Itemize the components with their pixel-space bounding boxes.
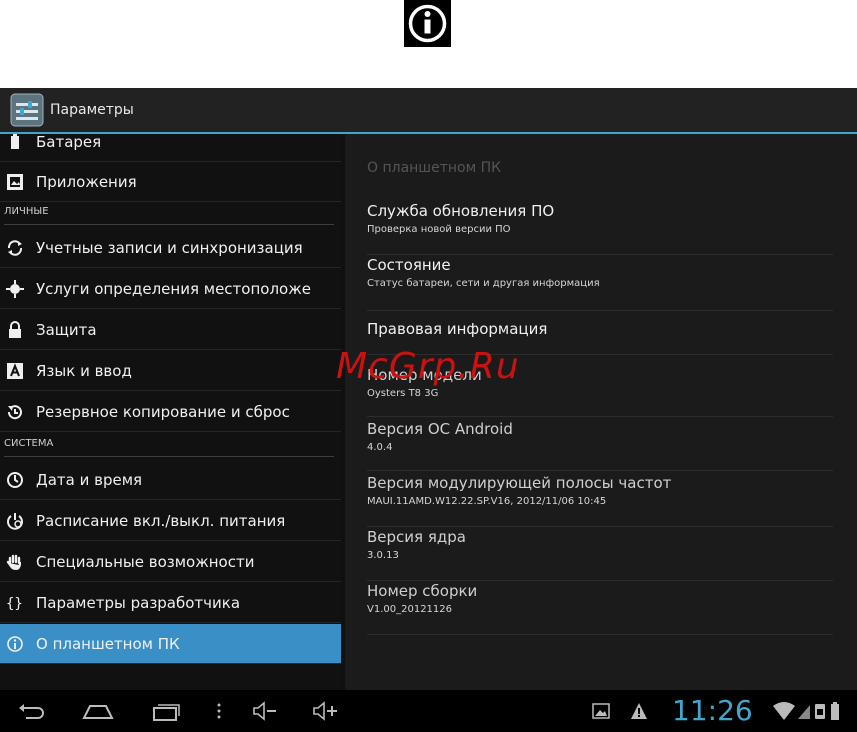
build-number-item[interactable]: Номер сборки V1.00_20121126	[367, 582, 833, 635]
back-icon[interactable]	[18, 700, 46, 722]
info-icon	[404, 0, 451, 47]
lock-icon	[9, 320, 21, 338]
sidebar-item-label: Услуги определения местоположе	[36, 279, 311, 298]
sidebar-item-date-time[interactable]: Дата и время	[0, 460, 341, 500]
screenshot-notification-icon[interactable]	[592, 700, 610, 722]
item-title: Состояние	[367, 256, 451, 274]
apps-icon	[7, 173, 23, 190]
sidebar-item-accounts-sync[interactable]: Учетные записи и синхронизация	[0, 228, 341, 268]
sidebar-item-backup-reset[interactable]: Резервное копирование и сброс	[0, 392, 341, 432]
item-subtitle: V1.00_20121126	[367, 604, 453, 615]
item-subtitle: Проверка новой версии ПО	[367, 224, 511, 235]
keyboard-letter-icon	[7, 362, 23, 379]
clock-icon	[7, 471, 23, 488]
about-tablet-panel: О планшетном ПК Служба обновления ПО Про…	[345, 134, 857, 690]
sidebar-item-security[interactable]: Защита	[0, 310, 341, 350]
tablet-screen: Параметры Батарея Приложения ЛИЧНЫЕ Учет…	[0, 88, 857, 732]
sidebar-item-label: Параметры разработчика	[36, 593, 241, 612]
sidebar-item-label: Расписание вкл./выкл. питания	[36, 511, 286, 530]
warning-icon[interactable]	[630, 700, 648, 722]
sim-icon	[815, 704, 825, 719]
volume-up-icon[interactable]	[312, 700, 340, 722]
backup-restore-icon	[7, 404, 22, 419]
sidebar-item-accessibility[interactable]: Специальные возможности	[0, 542, 341, 582]
sidebar-item-location[interactable]: Услуги определения местоположе	[0, 269, 341, 309]
item-subtitle: 3.0.13	[367, 550, 399, 561]
item-title: Версия модулирующей полосы частот	[367, 474, 672, 492]
watermark: McGrp.Ru	[336, 346, 520, 387]
sidebar-item-label: Резервное копирование и сброс	[36, 402, 290, 421]
sidebar-item-label: Учетные записи и синхронизация	[36, 238, 303, 257]
section-header-personal: ЛИЧНЫЕ	[4, 206, 334, 225]
braces-icon: {}	[6, 596, 23, 612]
sidebar-item-language-input[interactable]: Язык и ввод	[0, 351, 341, 391]
hand-icon	[6, 554, 21, 570]
sidebar-item-developer-options[interactable]: {} Параметры разработчика	[0, 583, 341, 623]
android-version-item[interactable]: Версия ОС Android 4.0.4	[367, 420, 833, 471]
status-item[interactable]: Состояние Статус батареи, сети и другая …	[367, 256, 833, 311]
info-icon	[7, 635, 23, 652]
sidebar-item-about-tablet[interactable]: О планшетном ПК	[0, 624, 341, 664]
sync-icon	[7, 239, 23, 256]
sidebar-item-apps[interactable]: Приложения	[0, 162, 341, 202]
sidebar-item-label: Батарея	[36, 134, 102, 151]
recent-apps-icon[interactable]	[151, 700, 181, 722]
home-icon[interactable]	[82, 700, 114, 722]
sidebar-item-label: Язык и ввод	[36, 361, 132, 380]
sidebar-item-battery[interactable]: Батарея	[0, 134, 341, 162]
item-title: Служба обновления ПО	[367, 202, 555, 220]
kernel-version-item: Версия ядра 3.0.13	[367, 528, 833, 581]
battery-icon	[11, 134, 19, 149]
item-title: Номер сборки	[367, 582, 478, 600]
status-clock[interactable]: 11:26	[672, 694, 753, 727]
sidebar-item-label: О планшетном ПК	[36, 634, 180, 653]
power-schedule-icon	[7, 512, 23, 530]
item-subtitle: MAUI.11AMD.W12.22.SP.V16, 2012/11/06 10:…	[367, 496, 607, 507]
volume-down-icon[interactable]	[252, 700, 278, 722]
item-subtitle: 4.0.4	[367, 442, 393, 453]
svg-text:{}: {}	[6, 596, 23, 612]
item-subtitle: Статус батареи, сети и другая информация	[367, 278, 600, 289]
settings-app-icon[interactable]	[10, 93, 44, 127]
item-title: Правовая информация	[367, 320, 548, 338]
signal-icon	[798, 705, 810, 719]
action-bar: Параметры	[0, 88, 857, 134]
item-title: Версия ОС Android	[367, 420, 513, 438]
software-update-item[interactable]: Служба обновления ПО Проверка новой верс…	[367, 202, 833, 255]
sidebar-item-label: Приложения	[36, 172, 137, 191]
window-title: Параметры	[50, 102, 134, 118]
panel-header: О планшетном ПК	[367, 160, 502, 176]
battery-status-icon	[831, 702, 839, 720]
wifi-icon	[773, 702, 795, 720]
section-header-system: СИСТЕМА	[4, 438, 334, 457]
sidebar-item-label: Специальные возможности	[36, 552, 255, 571]
baseband-version-item: Версия модулирующей полосы частот MAUI.1…	[367, 474, 833, 527]
menu-icon[interactable]	[214, 700, 224, 722]
sidebar-item-power-schedule[interactable]: Расписание вкл./выкл. питания	[0, 501, 341, 541]
item-subtitle: Oysters T8 3G	[367, 388, 439, 399]
item-title: Версия ядра	[367, 528, 466, 546]
sidebar-item-label: Дата и время	[36, 470, 143, 489]
location-icon	[6, 279, 24, 298]
settings-sidebar: Батарея Приложения ЛИЧНЫЕ Учетные записи…	[0, 134, 341, 694]
system-navigation-bar: 11:26	[0, 690, 857, 732]
sidebar-item-label: Защита	[36, 320, 97, 339]
